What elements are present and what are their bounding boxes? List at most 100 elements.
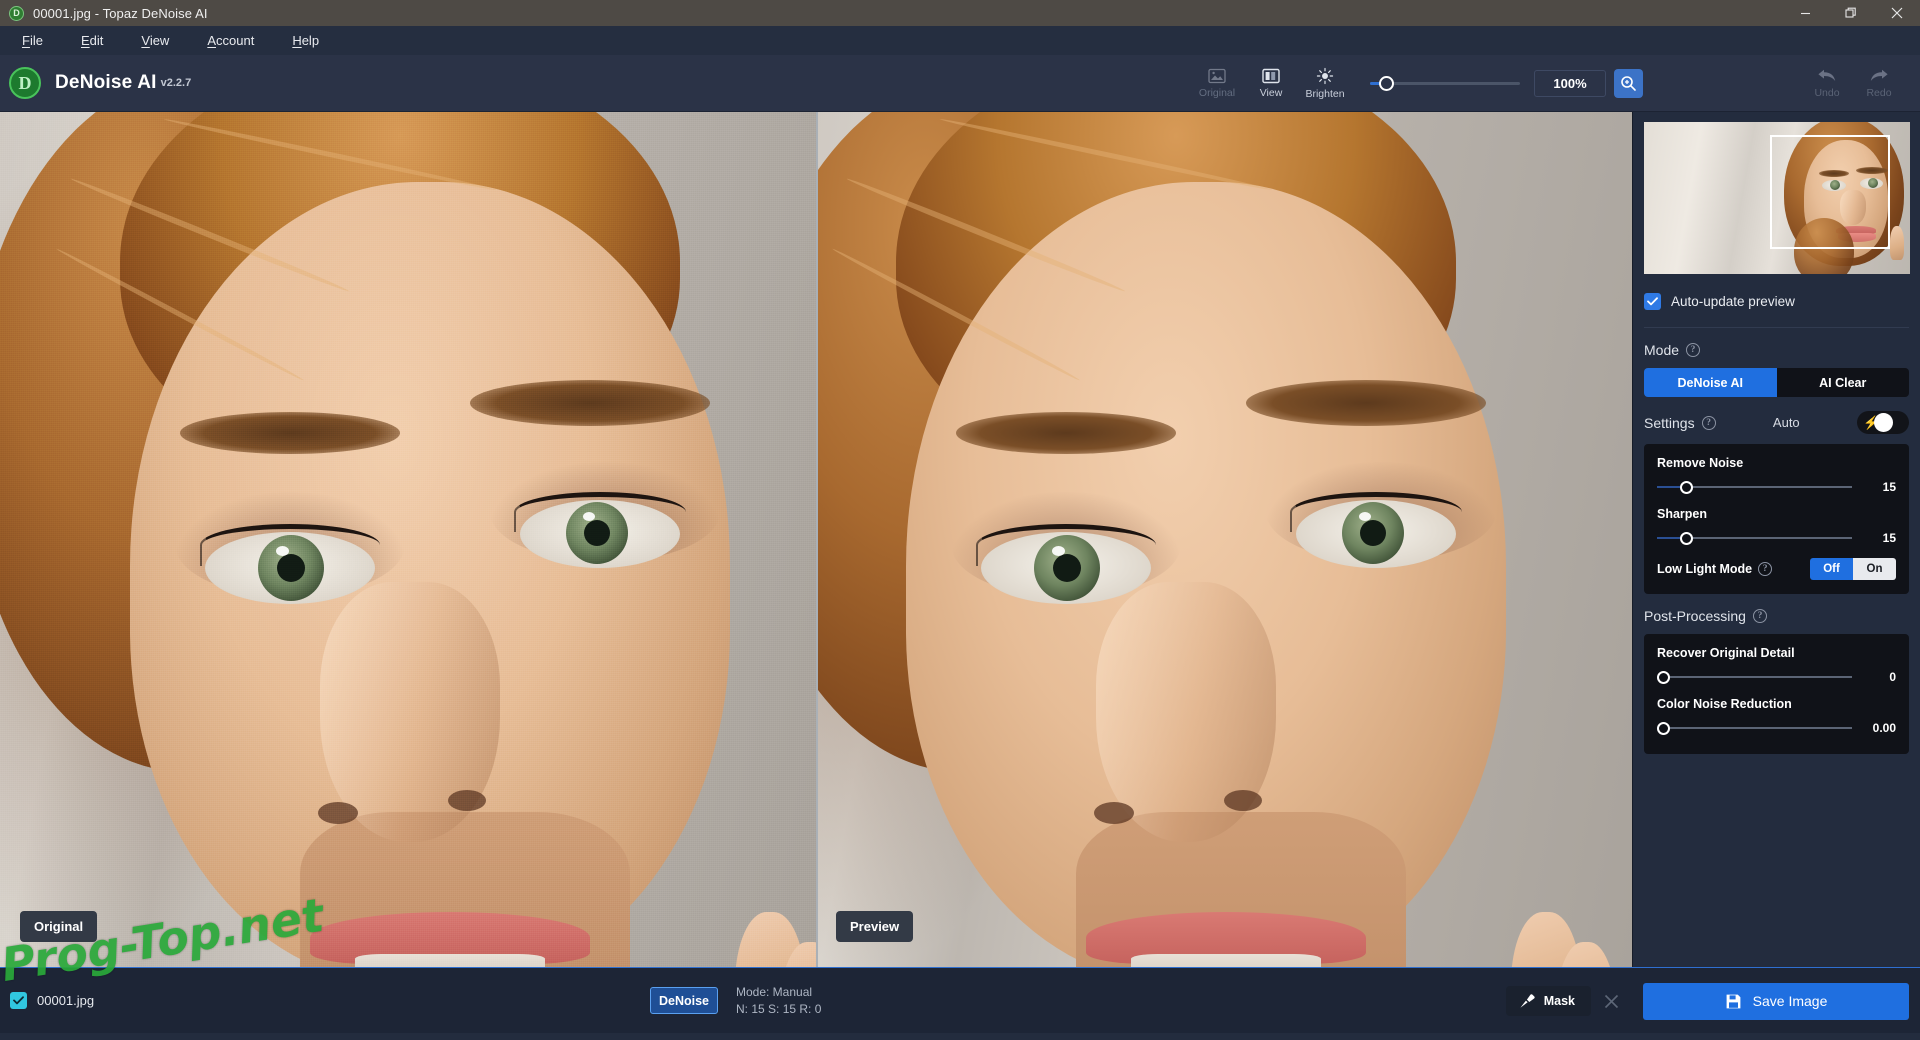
view-button[interactable]: View — [1244, 59, 1298, 109]
settings-title: Settings — [1644, 414, 1695, 431]
help-icon[interactable]: ? — [1701, 415, 1716, 430]
brightness-slider[interactable] — [1370, 74, 1520, 94]
brush-icon — [1520, 993, 1535, 1008]
color-noise-reduction-slider[interactable] — [1657, 720, 1852, 736]
settings-section-header: Settings ? Auto ⚡ — [1644, 411, 1909, 434]
low-light-segmented-control[interactable]: Off On — [1810, 558, 1896, 580]
navigator-viewport-rect[interactable] — [1770, 135, 1890, 249]
sharpen-label: Sharpen — [1657, 507, 1708, 521]
mode-option-denoise-ai[interactable]: DeNoise AI — [1644, 368, 1777, 397]
help-icon[interactable]: ? — [1758, 562, 1773, 576]
recover-original-detail-label: Recover Original Detail — [1657, 646, 1795, 660]
mode-status-line: Mode: Manual — [736, 984, 813, 999]
original-button-label: Original — [1198, 87, 1236, 99]
auto-toggle[interactable]: ⚡ — [1857, 411, 1909, 434]
menu-item-edit[interactable]: Edit — [67, 29, 117, 52]
low-light-mode-label: Low Light Mode — [1657, 562, 1753, 576]
auto-update-checkbox[interactable] — [1644, 293, 1661, 310]
mask-button[interactable]: Mask — [1505, 986, 1591, 1016]
menu-bar: File Edit View Account Help — [0, 26, 1920, 55]
original-pane[interactable]: Original — [0, 112, 816, 967]
brighten-button[interactable]: Brighten — [1298, 59, 1352, 109]
help-icon[interactable]: ? — [1686, 343, 1701, 357]
slider-track — [1657, 676, 1852, 678]
post-processing-title: Post-Processing — [1644, 608, 1746, 624]
brand-name: DeNoise AI — [55, 72, 157, 93]
window-controls — [1782, 0, 1920, 26]
auto-update-preview-row[interactable]: Auto-update preview — [1644, 293, 1909, 328]
redo-button-label: Redo — [1866, 86, 1892, 99]
post-processing-section-header: Post-Processing ? — [1644, 608, 1909, 624]
sharpen-slider[interactable] — [1657, 530, 1852, 546]
view-button-label: View — [1259, 87, 1283, 99]
preview-portrait-image — [816, 112, 1632, 967]
file-name-label: 00001.jpg — [37, 993, 95, 1008]
auto-label: Auto — [1772, 415, 1800, 430]
remove-noise-value: 15 — [1882, 480, 1896, 494]
original-portrait-image — [0, 112, 816, 967]
settings-panel: Auto-update preview Mode ? DeNoise AI AI… — [1632, 112, 1920, 967]
low-light-mode-row: Low Light Mode ? Off On — [1657, 558, 1896, 580]
close-icon[interactable] — [1591, 994, 1631, 1009]
history-tools: Undo Redo — [1804, 55, 1902, 112]
window-title: 00001.jpg - Topaz DeNoise AI — [33, 5, 208, 21]
mask-button-label: Mask — [1543, 994, 1575, 1008]
menu-item-view[interactable]: View — [127, 29, 183, 52]
preview-pane[interactable]: Preview — [816, 112, 1632, 967]
low-light-option-off[interactable]: Off — [1810, 558, 1853, 580]
mode-title: Mode — [1644, 342, 1680, 358]
bottom-right-actions: Mask Save Image — [1505, 968, 1920, 1034]
save-image-button[interactable]: Save Image — [1643, 982, 1909, 1020]
remove-noise-slider[interactable] — [1657, 479, 1852, 495]
main-area: Original Preview Auto-update preview Mod… — [0, 112, 1920, 967]
slider-handle[interactable] — [1657, 721, 1670, 735]
file-checkbox[interactable] — [10, 992, 27, 1009]
color-noise-reduction-label: Color Noise Reduction — [1657, 697, 1792, 711]
slider-track — [1657, 727, 1852, 729]
pane-divider[interactable] — [816, 112, 818, 967]
process-controls: DeNoise Mode: Manual N: 15 S: 15 R: 0 — [650, 984, 821, 1018]
floppy-save-icon — [1726, 994, 1741, 1008]
params-status-line: N: 15 S: 15 R: 0 — [736, 1001, 822, 1016]
menu-item-account[interactable]: Account — [193, 29, 268, 52]
help-icon[interactable]: ? — [1752, 609, 1767, 623]
preview-badge: Preview — [836, 911, 914, 942]
slider-handle[interactable] — [1679, 480, 1693, 494]
original-badge: Original — [20, 911, 98, 942]
restore-icon[interactable] — [1828, 0, 1874, 26]
file-chip[interactable]: 00001.jpg — [10, 992, 94, 1009]
menu-item-help[interactable]: Help — [278, 29, 333, 52]
minimize-icon[interactable] — [1782, 0, 1828, 26]
close-icon[interactable] — [1874, 0, 1920, 26]
image-canvas[interactable]: Original Preview — [0, 112, 1632, 967]
color-noise-reduction-value: 0.00 — [1872, 721, 1896, 735]
mode-option-ai-clear[interactable]: AI Clear — [1776, 368, 1909, 397]
brand: D DeNoise AI v2.2.7 — [0, 67, 191, 99]
slider-handle[interactable] — [1657, 670, 1670, 684]
auto-toggle-knob — [1874, 413, 1893, 432]
denoise-logo-icon: D — [9, 67, 41, 99]
remove-noise-label: Remove Noise — [1657, 456, 1744, 470]
navigator-thumbnail[interactable] — [1644, 122, 1910, 274]
sharpen-control: Sharpen 15 — [1657, 507, 1896, 546]
original-button[interactable]: Original — [1190, 59, 1244, 109]
slider-handle[interactable] — [1679, 531, 1693, 545]
remove-noise-control: Remove Noise 15 — [1657, 456, 1896, 495]
menu-item-file[interactable]: File — [8, 29, 57, 52]
brand-version: v2.2.7 — [160, 77, 192, 89]
title-bar: D 00001.jpg - Topaz DeNoise AI — [0, 0, 1920, 26]
settings-card: Remove Noise 15 Sharpen 15 Low Light Mod… — [1644, 444, 1909, 594]
brightness-slider-handle[interactable] — [1379, 76, 1394, 91]
recover-original-detail-slider[interactable] — [1657, 669, 1852, 685]
low-light-option-on[interactable]: On — [1853, 558, 1896, 580]
undo-button[interactable]: Undo — [1804, 60, 1850, 108]
redo-button[interactable]: Redo — [1856, 60, 1902, 108]
undo-button-label: Undo — [1814, 86, 1840, 99]
app-icon: D — [9, 5, 24, 21]
denoise-button[interactable]: DeNoise — [650, 987, 718, 1014]
mode-section-header: Mode ? — [1644, 342, 1909, 358]
zoom-level-value[interactable]: 100% — [1534, 70, 1606, 97]
recover-original-detail-value: 0 — [1889, 670, 1896, 684]
mode-segmented-control[interactable]: DeNoise AI AI Clear — [1644, 368, 1909, 397]
magnifier-plus-icon[interactable] — [1614, 69, 1643, 98]
